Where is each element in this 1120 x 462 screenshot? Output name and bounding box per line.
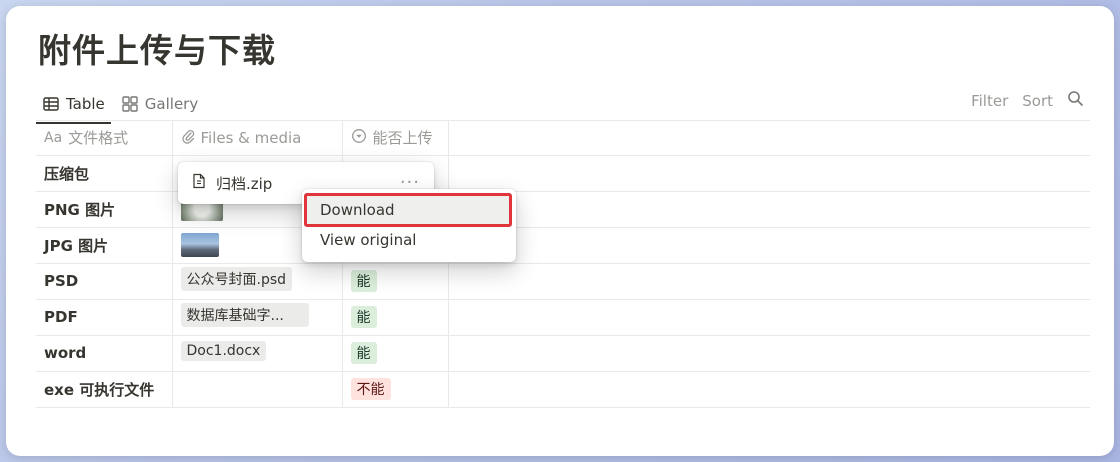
tab-gallery[interactable]: Gallery <box>115 86 204 122</box>
table-row[interactable]: JPG 图片 <box>36 227 1090 264</box>
table-row[interactable]: word Doc1.docx 能 <box>36 335 1090 372</box>
row-empty-cell <box>448 263 1090 300</box>
table-row[interactable]: PSD 公众号封面.psd 能 <box>36 263 1090 300</box>
download-menu-item[interactable]: Download <box>304 193 512 227</box>
row-empty-cell <box>448 335 1090 372</box>
text-type-icon: Aa <box>44 129 63 146</box>
row-empty-cell <box>448 155 1090 192</box>
status-tag: 能 <box>350 270 377 292</box>
row-name[interactable]: PSD <box>36 263 173 300</box>
paperclip-icon <box>181 128 195 148</box>
file-chip[interactable]: Doc1.docx <box>180 341 267 361</box>
row-name[interactable]: word <box>36 335 173 372</box>
row-upload-cell[interactable]: 不能 <box>342 371 449 408</box>
file-context-menu: Download View original <box>302 189 516 262</box>
row-files-cell[interactable]: 公众号封面.psd <box>172 263 343 300</box>
notion-window: 附件上传与下载 Table Gallery Filter Sort Aa 文件格… <box>6 6 1114 456</box>
row-name[interactable]: 压缩包 <box>36 155 173 192</box>
status-tag: 能 <box>350 306 377 328</box>
row-files-cell[interactable]: 数据库基础字... <box>172 299 343 336</box>
column-header-empty <box>448 121 1090 156</box>
column-header-upload[interactable]: 能否上传 <box>342 121 449 156</box>
tab-table[interactable]: Table <box>36 86 111 124</box>
row-name[interactable]: PNG 图片 <box>36 191 173 228</box>
view-original-menu-item[interactable]: View original <box>302 225 516 255</box>
file-icon <box>192 173 206 193</box>
column-header-format[interactable]: Aa 文件格式 <box>36 121 173 156</box>
row-files-cell[interactable] <box>172 371 343 408</box>
row-empty-cell <box>448 191 1090 228</box>
column-files-label: Files & media <box>200 128 302 147</box>
view-actions: Filter Sort <box>971 90 1084 111</box>
status-tag: 能 <box>350 342 377 364</box>
jpg-thumbnail[interactable] <box>180 233 219 257</box>
page-title: 附件上传与下载 <box>38 31 276 70</box>
sort-button[interactable]: Sort <box>1022 92 1053 110</box>
row-files-cell[interactable]: Doc1.docx <box>172 335 343 372</box>
row-upload-cell[interactable]: 能 <box>342 263 449 300</box>
view-tabs: Table Gallery <box>36 86 204 124</box>
tab-table-label: Table <box>66 95 105 113</box>
row-upload-cell[interactable]: 能 <box>342 335 449 372</box>
row-name[interactable]: JPG 图片 <box>36 227 173 264</box>
table-header-row: Aa 文件格式 Files & media 能否上传 <box>36 121 1090 156</box>
gallery-icon <box>121 95 139 113</box>
column-upload-label: 能否上传 <box>372 129 433 148</box>
table-row[interactable]: exe 可执行文件 不能 <box>36 371 1090 408</box>
row-empty-cell <box>448 371 1090 408</box>
file-chip[interactable]: 数据库基础字... <box>180 303 309 327</box>
popup-filename: 归档.zip <box>216 174 273 193</box>
row-empty-cell <box>448 299 1090 336</box>
row-upload-cell[interactable]: 能 <box>342 299 449 336</box>
column-header-files[interactable]: Files & media <box>172 121 343 156</box>
table-row[interactable]: PDF 数据库基础字... 能 <box>36 299 1090 336</box>
filter-button[interactable]: Filter <box>971 92 1008 110</box>
table-icon <box>42 95 60 113</box>
row-name[interactable]: PDF <box>36 299 173 336</box>
column-format-label: 文件格式 <box>68 129 129 148</box>
tab-gallery-label: Gallery <box>144 95 199 113</box>
row-name[interactable]: exe 可执行文件 <box>36 371 173 408</box>
row-empty-cell <box>448 227 1090 264</box>
file-chip[interactable]: 公众号封面.psd <box>180 267 293 291</box>
select-type-icon <box>351 128 367 148</box>
search-icon[interactable] <box>1067 90 1084 111</box>
status-tag: 不能 <box>350 378 391 400</box>
